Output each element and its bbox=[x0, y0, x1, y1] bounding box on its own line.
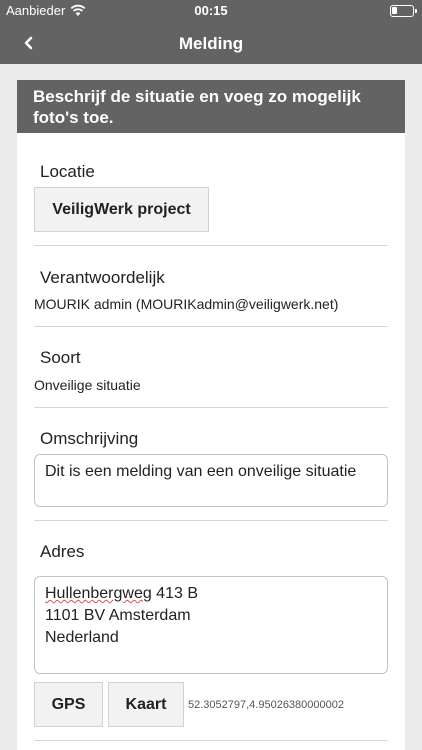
description-label: Omschrijving bbox=[40, 429, 139, 448]
report-form: Beschrijf de situatie en voeg zo mogelij… bbox=[17, 80, 405, 750]
address-line-3: Nederland bbox=[45, 629, 119, 646]
status-bar: Aanbieder 00:15 bbox=[0, 0, 422, 22]
coordinates-value: 52.3052797,4.95026380000002 bbox=[188, 699, 344, 711]
responsible-label: Verantwoordelijk bbox=[40, 268, 165, 287]
location-button[interactable]: VeiligWerk project bbox=[34, 187, 209, 232]
responsible-value: MOURIK admin (MOURIKadmin@veiligwerk.net… bbox=[34, 296, 339, 312]
address-street: Hullenbergweg bbox=[45, 585, 152, 602]
address-label: Adres bbox=[40, 542, 85, 561]
page-title: Melding bbox=[178, 34, 244, 53]
address-field[interactable]: Hullenbergweg 413 B 1101 BV Amsterdam Ne… bbox=[34, 576, 388, 674]
map-button[interactable]: Kaart bbox=[108, 682, 184, 727]
status-time: 00:15 bbox=[194, 3, 228, 18]
address-line-2: 1101 BV Amsterdam bbox=[45, 607, 191, 624]
description-field[interactable]: Dit is een melding van een onveilige sit… bbox=[34, 454, 388, 507]
address-line-1: Hullenbergweg 413 B bbox=[45, 583, 377, 605]
type-label: Soort bbox=[40, 348, 81, 367]
gps-button[interactable]: GPS bbox=[34, 682, 103, 727]
nav-bar: Melding bbox=[0, 22, 422, 64]
divider bbox=[34, 245, 388, 246]
divider bbox=[34, 740, 388, 741]
address-number: 413 B bbox=[151, 585, 198, 602]
type-value: Onveilige situatie bbox=[34, 377, 141, 393]
divider bbox=[34, 326, 388, 327]
description-text: Dit is een melding van een onveilige sit… bbox=[45, 463, 357, 480]
location-label: Locatie bbox=[40, 162, 95, 181]
intro-banner: Beschrijf de situatie en voeg zo mogelij… bbox=[17, 80, 405, 133]
divider bbox=[34, 407, 388, 408]
battery-icon bbox=[390, 5, 417, 17]
divider bbox=[34, 520, 388, 521]
